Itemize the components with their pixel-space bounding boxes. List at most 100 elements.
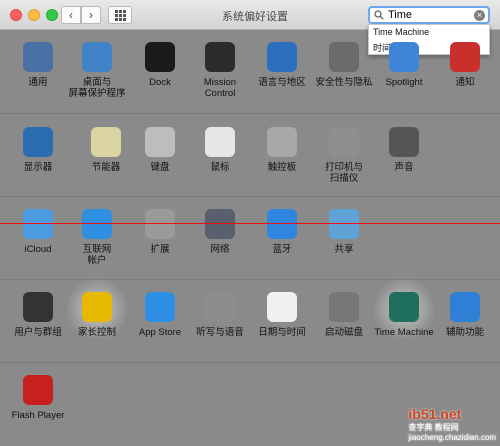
zoom-button[interactable] (46, 9, 58, 21)
red-guide-line (0, 223, 500, 224)
pref-pane-display[interactable]: 显示器 (7, 127, 69, 173)
house-lock-icon (329, 42, 359, 72)
pref-pane-users[interactable]: 用户与群组 (7, 292, 69, 338)
pref-pane-parental-controls[interactable]: 家长控制 (66, 292, 128, 338)
pref-pane-label: Time Machine (374, 327, 434, 338)
row-divider (0, 279, 500, 280)
pref-pane-dock[interactable]: Dock (129, 42, 191, 88)
pref-pane-flash[interactable]: Flash Player (7, 375, 69, 421)
pref-pane-label: 安全性与隐私 (315, 77, 373, 88)
pref-pane-label: 互联网 帐户 (82, 244, 112, 266)
close-button[interactable] (10, 9, 22, 21)
pref-pane-time-machine[interactable]: Time Machine (373, 292, 435, 338)
notifications-icon (450, 42, 480, 72)
forward-button[interactable]: › (81, 6, 101, 24)
pref-pane-label: 声音 (394, 162, 414, 173)
pref-pane-disk[interactable]: 启动磁盘 (313, 292, 375, 338)
app-store-icon (145, 292, 175, 322)
pref-pane-spotlight[interactable]: Spotlight (373, 42, 435, 88)
pref-pane-label: 辅助功能 (445, 327, 484, 338)
pref-pane-label: App Store (138, 327, 182, 338)
pref-pane-label: Mission Control (203, 77, 237, 99)
pref-pane-speaker[interactable]: 声音 (373, 127, 435, 173)
search-input[interactable]: Time (388, 9, 412, 21)
trackpad-icon (267, 127, 297, 157)
cloud-icon (23, 209, 53, 239)
search-field[interactable]: Time × (368, 6, 490, 24)
pref-pane-clock-calendar[interactable]: 日期与时间 (251, 292, 313, 338)
globe-flag-icon (267, 42, 297, 72)
pref-pane-puzzle[interactable]: 扩展 (129, 209, 191, 255)
row-divider (0, 196, 500, 197)
pref-pane-label: 语言与地区 (258, 77, 306, 88)
microphone-icon (205, 292, 235, 322)
system-preferences-window: ‹ › 系统偏好设置 Time × Time Machine 时间限制 通用桌面… (0, 0, 500, 446)
chevron-right-icon: › (89, 8, 93, 22)
pref-pane-mouse[interactable]: 鼠标 (189, 127, 251, 173)
pref-pane-label: 听写与语音 (196, 327, 244, 338)
at-icon (82, 209, 112, 239)
pref-pane-label: Spotlight (385, 77, 423, 88)
pref-pane-label: 鼠标 (210, 162, 230, 173)
search-icon (374, 10, 384, 20)
bluetooth-icon (267, 209, 297, 239)
minimize-button[interactable] (28, 9, 40, 21)
pref-pane-house-lock[interactable]: 安全性与隐私 (313, 42, 375, 88)
pref-pane-label: 通用 (28, 77, 48, 88)
mouse-icon (205, 127, 235, 157)
watermark: ib51.net 查字典 教程网 jiaocheng.chazidian.com (408, 406, 496, 442)
general-icon (23, 42, 53, 72)
back-button[interactable]: ‹ (61, 6, 81, 24)
pref-pane-at[interactable]: 互联网 帐户 (66, 209, 128, 266)
search-result-item[interactable]: Time Machine (373, 27, 429, 37)
lightbulb-icon (91, 127, 121, 157)
pref-pane-keyboard[interactable]: 键盘 (129, 127, 191, 173)
pref-pane-label: 共享 (334, 244, 354, 255)
pref-pane-trackpad[interactable]: 触控板 (251, 127, 313, 173)
pref-pane-label: 通知 (455, 77, 475, 88)
dock-icon (145, 42, 175, 72)
pref-pane-accessibility[interactable]: 辅助功能 (434, 292, 496, 338)
parental-controls-icon (82, 292, 112, 322)
row-divider (0, 362, 500, 363)
pref-pane-globe-flag[interactable]: 语言与地区 (251, 42, 313, 88)
pref-pane-app-store[interactable]: App Store (129, 292, 191, 338)
disk-icon (329, 292, 359, 322)
pref-pane-general[interactable]: 通用 (7, 42, 69, 88)
printer-icon (329, 127, 359, 157)
pref-pane-label: 蓝牙 (272, 244, 292, 255)
pref-pane-printer[interactable]: 打印机与 扫描仪 (313, 127, 375, 184)
pref-pane-mission-control[interactable]: Mission Control (189, 42, 251, 99)
pref-pane-cloud[interactable]: iCloud (7, 209, 69, 255)
pref-pane-label: 用户与群组 (14, 327, 62, 338)
pref-pane-label: iCloud (24, 244, 52, 255)
pref-pane-label: 打印机与 扫描仪 (324, 162, 363, 184)
pref-pane-label: 扩展 (150, 244, 170, 255)
keyboard-icon (145, 127, 175, 157)
display-icon (23, 127, 53, 157)
show-all-button[interactable] (108, 6, 132, 24)
time-machine-icon (389, 292, 419, 322)
clock-calendar-icon (267, 292, 297, 322)
mission-control-icon (205, 42, 235, 72)
pref-pane-label: 家长控制 (77, 327, 116, 338)
network-globe-icon (205, 209, 235, 239)
pref-pane-network-globe[interactable]: 网络 (189, 209, 251, 255)
pref-pane-sharing-folder[interactable]: 共享 (313, 209, 375, 255)
spotlight-icon (389, 42, 419, 72)
clear-search-icon[interactable]: × (474, 10, 485, 21)
pref-pane-label: 显示器 (23, 162, 53, 173)
pref-pane-label: 键盘 (150, 162, 170, 173)
pref-pane-desktop[interactable]: 桌面与 屏幕保护程序 (66, 42, 128, 99)
window-title: 系统偏好设置 (222, 11, 288, 23)
desktop-icon (82, 42, 112, 72)
pref-pane-bluetooth[interactable]: 蓝牙 (251, 209, 313, 255)
pref-pane-notifications[interactable]: 通知 (434, 42, 496, 88)
pref-pane-microphone[interactable]: 听写与语音 (189, 292, 251, 338)
pref-pane-label: 节能器 (91, 162, 121, 173)
users-icon (23, 292, 53, 322)
pref-pane-lightbulb[interactable]: 节能器 (75, 127, 137, 173)
sharing-folder-icon (329, 209, 359, 239)
row-divider (0, 113, 500, 114)
speaker-icon (389, 127, 419, 157)
